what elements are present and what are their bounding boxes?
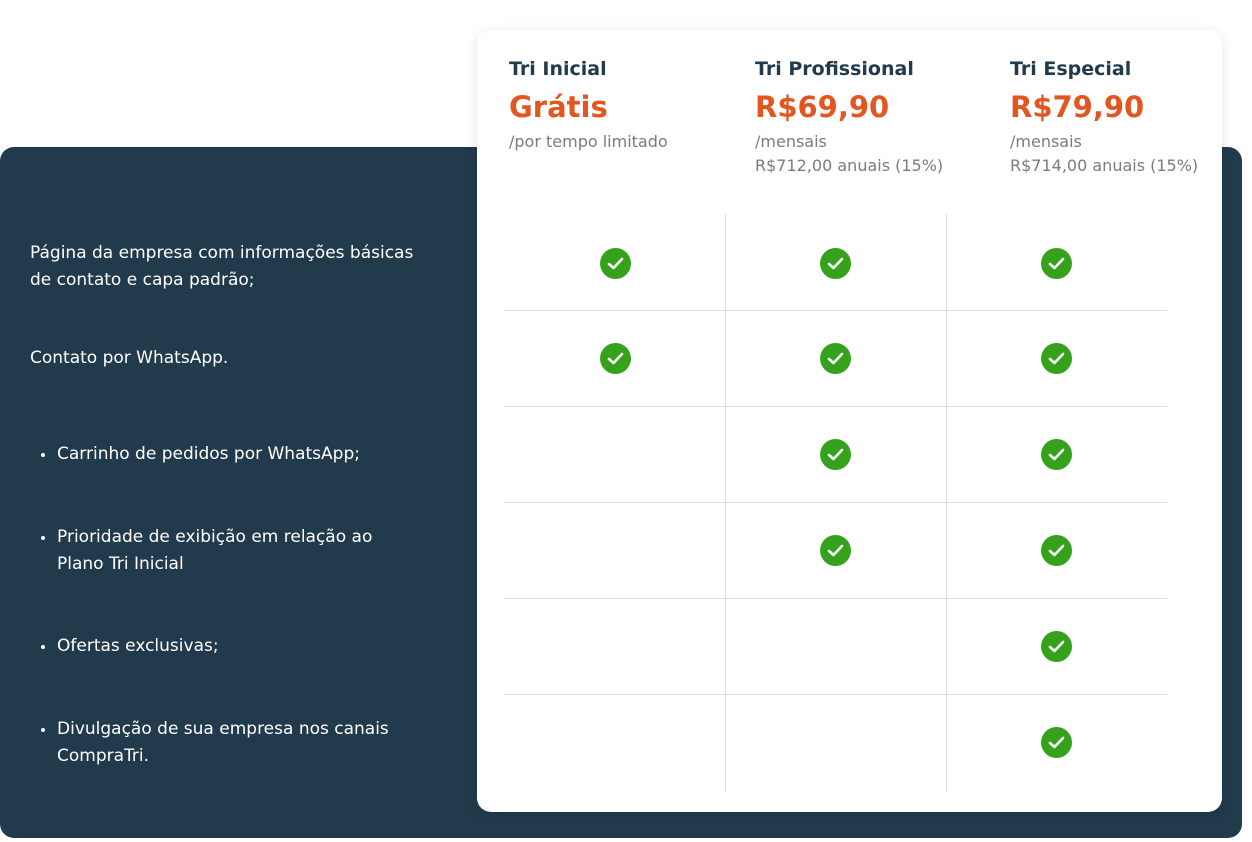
check-circle-icon [819,247,851,279]
row-divider [504,694,1167,695]
check-circle-icon [1040,247,1072,279]
feature-channel-promotion: Divulgação de sua empresa nos canais Com… [41,716,417,770]
row-divider [504,406,1167,407]
plan-price: R$69,90 [755,90,890,124]
plan-period: /por tempo limitado [509,132,668,151]
row-divider [504,598,1167,599]
plan-name: Tri Especial [1010,58,1132,80]
check-circle-icon [819,534,851,566]
check-circle-icon [819,438,851,470]
plan-price: R$79,90 [1010,90,1145,124]
plan-annual-price: R$712,00 anuais (15%) [755,156,944,175]
plan-annual-price: R$714,00 anuais (15%) [1010,156,1199,175]
feature-exclusive-offers: Ofertas exclusivas; [41,633,417,660]
feature-company-page: Página da empresa com informações básica… [30,243,414,290]
feature-whatsapp-contact: Contato por WhatsApp. [30,348,229,368]
plan-name: Tri Profissional [755,58,914,80]
feature-whatsapp-cart: Carrinho de pedidos por WhatsApp; [41,441,417,468]
check-circle-icon [819,342,851,374]
plan-name: Tri Inicial [509,58,607,80]
check-circle-icon [1040,342,1072,374]
check-circle-icon [1040,726,1072,758]
check-circle-icon [599,247,631,279]
plans-card: Tri Inicial Grátis /por tempo limitado T… [477,30,1222,812]
row-divider [504,502,1167,503]
check-circle-icon [1040,438,1072,470]
feature-display-priority: Prioridade de exibição em relação ao Pla… [41,524,417,578]
check-circle-icon [599,342,631,374]
plan-period: /mensais [1010,132,1082,151]
row-divider [504,310,1167,311]
column-divider [725,214,726,792]
column-divider [946,214,947,792]
plan-period: /mensais [755,132,827,151]
plan-price: Grátis [509,90,608,124]
check-circle-icon [1040,534,1072,566]
check-circle-icon [1040,630,1072,662]
